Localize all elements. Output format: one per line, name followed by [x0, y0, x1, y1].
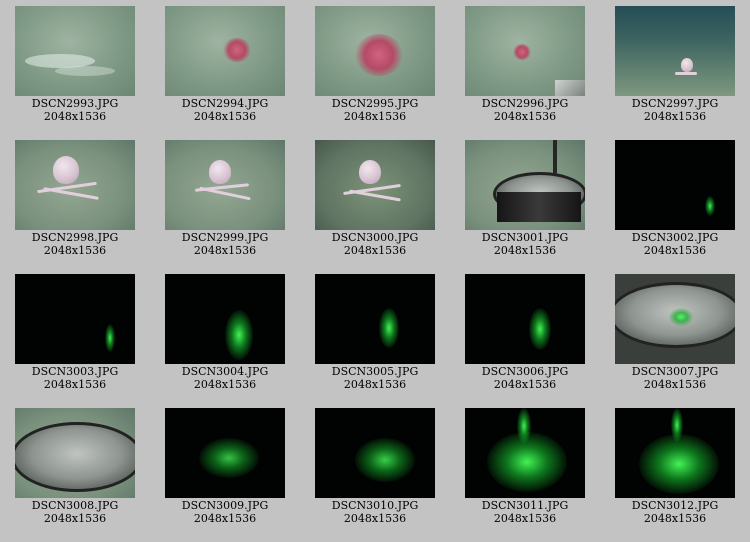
thumbnail-image-bucket[interactable] — [465, 140, 585, 230]
thumbnail-filename: DSCN3011.JPG — [481, 499, 569, 512]
thumbnail-item[interactable]: DSCN3009.JPG 2048x1536 — [150, 402, 300, 536]
thumbnail-item[interactable]: DSCN2997.JPG 2048x1536 — [600, 0, 750, 134]
thumbnail-dimensions: 2048x1536 — [43, 378, 107, 391]
thumbnail-image-seafloor[interactable] — [15, 6, 135, 96]
thumbnail-image-dark[interactable] — [615, 140, 735, 230]
thumbnail-image-dark[interactable] — [15, 274, 135, 364]
thumbnail-item[interactable]: DSCN2995.JPG 2048x1536 — [300, 0, 450, 134]
thumbnail-dimensions: 2048x1536 — [193, 110, 257, 123]
thumbnail-item[interactable]: DSCN2999.JPG 2048x1536 — [150, 134, 300, 268]
thumbnail-image-green-light[interactable] — [315, 274, 435, 364]
thumbnail-filename: DSCN3000.JPG — [331, 231, 419, 244]
thumbnail-dimensions: 2048x1536 — [193, 378, 257, 391]
thumbnail-item[interactable]: DSCN3002.JPG 2048x1536 — [600, 134, 750, 268]
thumbnail-image-green-light[interactable] — [465, 274, 585, 364]
thumbnail-image-octopus[interactable] — [165, 140, 285, 230]
thumbnail-filename: DSCN2996.JPG — [481, 97, 569, 110]
thumbnail-dimensions: 2048x1536 — [343, 378, 407, 391]
thumbnail-item[interactable]: DSCN3011.JPG 2048x1536 — [450, 402, 600, 536]
thumbnail-image-green-light[interactable] — [165, 408, 285, 498]
thumbnail-image-anemone[interactable] — [165, 6, 285, 96]
thumbnail-item[interactable]: DSCN3005.JPG 2048x1536 — [300, 268, 450, 402]
thumbnail-filename: DSCN3002.JPG — [631, 231, 719, 244]
thumbnail-dimensions: 2048x1536 — [43, 512, 107, 525]
thumbnail-filename: DSCN3003.JPG — [31, 365, 119, 378]
thumbnail-dimensions: 2048x1536 — [193, 244, 257, 257]
thumbnail-dimensions: 2048x1536 — [193, 512, 257, 525]
thumbnail-dimensions: 2048x1536 — [643, 378, 707, 391]
thumbnail-filename: DSCN2993.JPG — [31, 97, 119, 110]
thumbnail-item[interactable]: DSCN2996.JPG 2048x1536 — [450, 0, 600, 134]
thumbnail-filename: DSCN2997.JPG — [631, 97, 719, 110]
thumbnail-item[interactable]: DSCN2993.JPG 2048x1536 — [0, 0, 150, 134]
thumbnail-item[interactable]: DSCN3008.JPG 2048x1536 — [0, 402, 150, 536]
thumbnail-image-green-light[interactable] — [315, 408, 435, 498]
thumbnail-dimensions: 2048x1536 — [643, 244, 707, 257]
thumbnail-filename: DSCN3009.JPG — [181, 499, 269, 512]
thumbnail-dimensions: 2048x1536 — [493, 244, 557, 257]
thumbnail-item[interactable]: DSCN3012.JPG 2048x1536 — [600, 402, 750, 536]
thumbnail-image-green-light[interactable] — [465, 408, 585, 498]
thumbnail-image-anemone[interactable] — [465, 6, 585, 96]
thumbnail-filename: DSCN3010.JPG — [331, 499, 419, 512]
thumbnail-item[interactable]: DSCN3010.JPG 2048x1536 — [300, 402, 450, 536]
thumbnail-dimensions: 2048x1536 — [343, 110, 407, 123]
thumbnail-filename: DSCN3007.JPG — [631, 365, 719, 378]
thumbnail-dimensions: 2048x1536 — [43, 244, 107, 257]
thumbnail-item[interactable]: DSCN3001.JPG 2048x1536 — [450, 134, 600, 268]
thumbnail-filename: DSCN3012.JPG — [631, 499, 719, 512]
thumbnail-filename: DSCN2999.JPG — [181, 231, 269, 244]
thumbnail-filename: DSCN3008.JPG — [31, 499, 119, 512]
thumbnail-filename: DSCN2998.JPG — [31, 231, 119, 244]
thumbnail-filename: DSCN2994.JPG — [181, 97, 269, 110]
thumbnail-filename: DSCN2995.JPG — [331, 97, 419, 110]
thumbnail-image-bucket[interactable] — [15, 408, 135, 498]
thumbnail-dimensions: 2048x1536 — [43, 110, 107, 123]
thumbnail-item[interactable]: DSCN3003.JPG 2048x1536 — [0, 268, 150, 402]
thumbnail-dimensions: 2048x1536 — [493, 512, 557, 525]
thumbnail-image-green-light[interactable] — [165, 274, 285, 364]
thumbnail-dimensions: 2048x1536 — [643, 110, 707, 123]
thumbnail-filename: DSCN3004.JPG — [181, 365, 269, 378]
thumbnail-dimensions: 2048x1536 — [343, 512, 407, 525]
thumbnail-image-bucket[interactable] — [615, 274, 735, 364]
thumbnail-item[interactable]: DSCN3004.JPG 2048x1536 — [150, 268, 300, 402]
thumbnail-image-octopus[interactable] — [315, 140, 435, 230]
thumbnail-dimensions: 2048x1536 — [643, 512, 707, 525]
thumbnail-item[interactable]: DSCN2998.JPG 2048x1536 — [0, 134, 150, 268]
thumbnail-gallery: DSCN2993.JPG 2048x1536 DSCN2994.JPG 2048… — [0, 0, 750, 542]
thumbnail-image-anemone[interactable] — [315, 6, 435, 96]
thumbnail-image-green-light[interactable] — [615, 408, 735, 498]
thumbnail-filename: DSCN3005.JPG — [331, 365, 419, 378]
thumbnail-item[interactable]: DSCN3006.JPG 2048x1536 — [450, 268, 600, 402]
thumbnail-image-octopus[interactable] — [615, 6, 735, 96]
thumbnail-item[interactable]: DSCN3007.JPG 2048x1536 — [600, 268, 750, 402]
thumbnail-item[interactable]: DSCN2994.JPG 2048x1536 — [150, 0, 300, 134]
thumbnail-dimensions: 2048x1536 — [343, 244, 407, 257]
thumbnail-filename: DSCN3001.JPG — [481, 231, 569, 244]
thumbnail-dimensions: 2048x1536 — [493, 378, 557, 391]
thumbnail-dimensions: 2048x1536 — [493, 110, 557, 123]
thumbnail-item[interactable]: DSCN3000.JPG 2048x1536 — [300, 134, 450, 268]
thumbnail-image-octopus[interactable] — [15, 140, 135, 230]
thumbnail-filename: DSCN3006.JPG — [481, 365, 569, 378]
